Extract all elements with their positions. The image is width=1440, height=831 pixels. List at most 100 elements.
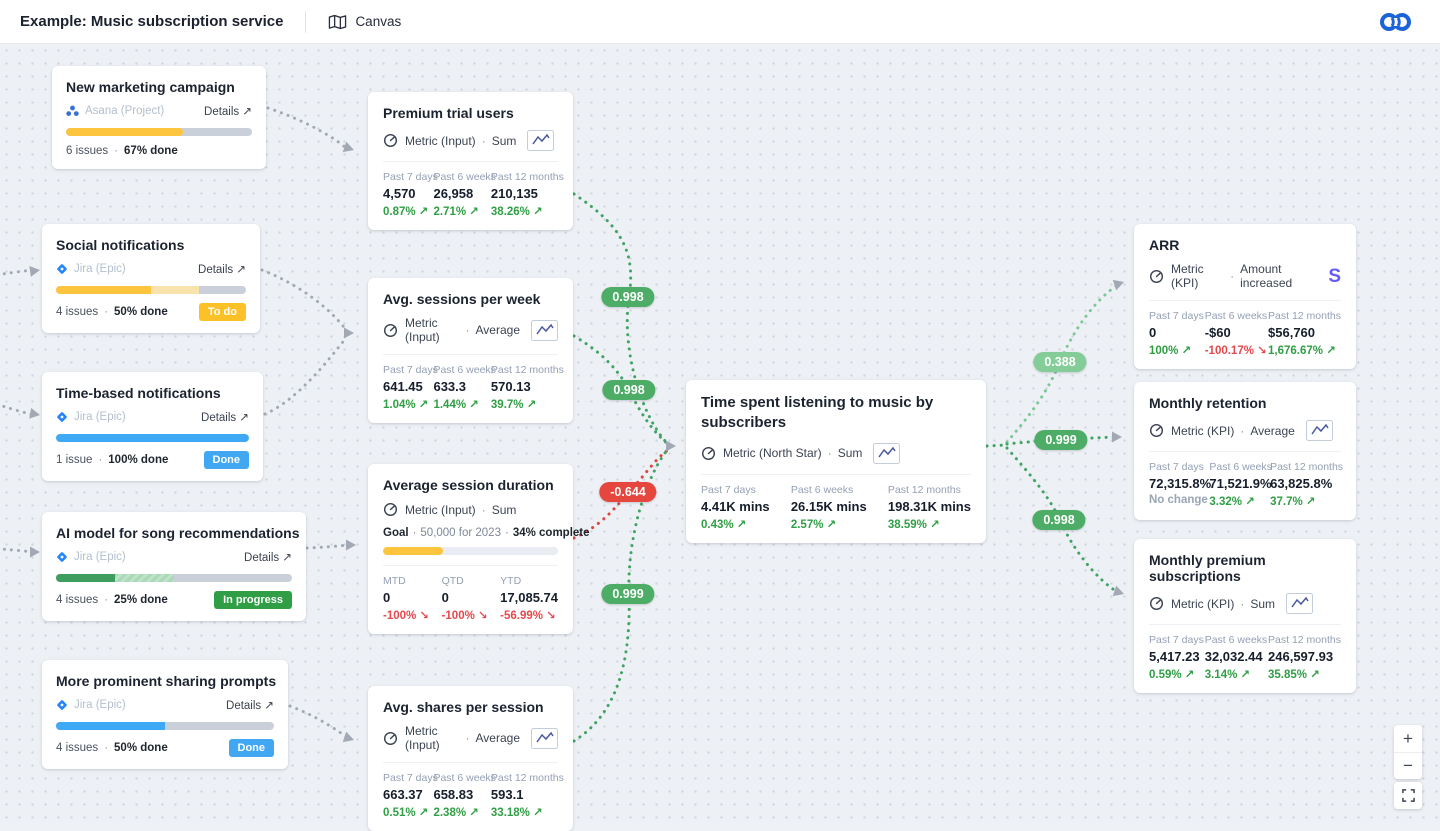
stripe-icon: S	[1328, 267, 1341, 286]
zoom-in-button[interactable]: +	[1394, 725, 1422, 752]
status-badge[interactable]: Done	[204, 451, 250, 469]
separator-dot: ·	[1240, 597, 1244, 611]
line-chart-icon[interactable]	[531, 728, 558, 749]
aggregation: Average	[476, 731, 520, 745]
metric-value: 246,597.93	[1268, 649, 1341, 664]
metric-card-monthly-retention[interactable]: Monthly retention Metric (KPI) · Average…	[1134, 382, 1356, 520]
metric-card-time-spent-listening[interactable]: Time spent listening to music by subscri…	[686, 380, 986, 543]
metric-delta: -100% ↘	[383, 608, 429, 622]
line-chart-icon[interactable]	[873, 443, 900, 464]
metric-value: -$60	[1205, 325, 1267, 340]
metric-delta: 0.59% ↗	[1149, 667, 1204, 681]
period-label: Past 12 months	[1268, 634, 1341, 646]
metric-delta: 0.87% ↗	[383, 204, 433, 218]
period-label: Past 6 weeks	[1209, 461, 1270, 473]
separator-dot: ·	[104, 306, 108, 318]
period-label: Past 7 days	[701, 484, 770, 496]
metric-card-avg-shares-per-session[interactable]: Avg. shares per session Metric (Input) ·…	[368, 686, 573, 831]
metric-delta: 2.71% ↗	[433, 204, 490, 218]
correlation-pill-premium-trial[interactable]: 0.998	[601, 287, 654, 307]
source-label: Jira (Epic)	[74, 551, 126, 563]
doubleloop-logo[interactable]	[1378, 9, 1414, 35]
metric-type: Metric (Input)	[405, 503, 476, 517]
progress-bar	[56, 722, 274, 730]
correlation-pill-retention[interactable]: 0.999	[1034, 430, 1087, 450]
metric-value: 663.37	[383, 787, 433, 802]
period-label: Past 12 months	[1268, 310, 1341, 322]
aggregation: Average	[476, 323, 520, 337]
period-label: Past 12 months	[491, 364, 558, 376]
issues-count: 4 issues	[56, 594, 98, 606]
separator-dot: ·	[466, 731, 470, 745]
correlation-pill-subscriptions[interactable]: 0.998	[1032, 510, 1085, 530]
metric-delta: 1.44% ↗	[433, 397, 490, 411]
canvas[interactable]: New marketing campaign Asana (Project) D…	[0, 44, 1440, 823]
metric-value: 198.31K mins	[888, 499, 971, 514]
metric-delta: 100% ↗	[1149, 343, 1204, 357]
period-label: Past 7 days	[383, 171, 433, 183]
line-chart-icon[interactable]	[1306, 420, 1333, 441]
progress-bar	[66, 128, 252, 136]
details-link[interactable]: Details ↗	[204, 104, 252, 118]
period-label: Past 12 months	[491, 772, 558, 784]
source-label: Jira (Epic)	[74, 699, 126, 711]
metric-delta: No change	[1149, 494, 1209, 506]
metric-type: Metric (Input)	[405, 724, 460, 752]
tab-canvas[interactable]: Canvas	[328, 14, 401, 30]
correlation-pill-arr[interactable]: 0.388	[1033, 352, 1086, 372]
line-chart-icon[interactable]	[527, 130, 554, 151]
metric-value: 570.13	[491, 379, 558, 394]
details-link[interactable]: Details ↗	[201, 410, 249, 424]
edge-social-to-avg-sessions	[262, 270, 346, 330]
status-badge[interactable]: To do	[199, 303, 246, 321]
work-card-ai-model[interactable]: AI model for song recommendations Jira (…	[42, 512, 306, 621]
period-label: Past 12 months	[491, 171, 558, 183]
metric-card-monthly-premium-subscriptions[interactable]: Monthly premium subscriptions Metric (KP…	[1134, 539, 1356, 693]
metric-delta: 37.7% ↗	[1270, 494, 1341, 508]
metric-delta: -100% ↘	[442, 608, 488, 622]
metric-value: 633.3	[433, 379, 490, 394]
work-card-time-based-notifications[interactable]: Time-based notifications Jira (Epic) Det…	[42, 372, 263, 481]
correlation-pill-avg-sessions[interactable]: 0.998	[602, 380, 655, 400]
done-percent: 50% done	[114, 306, 168, 318]
details-link[interactable]: Details ↗	[198, 262, 246, 276]
separator-dot: ·	[114, 145, 118, 157]
fit-view-button[interactable]	[1394, 782, 1422, 809]
correlation-pill-session-duration[interactable]: -0.644	[599, 482, 656, 502]
card-title: Avg. sessions per week	[383, 291, 558, 307]
metric-card-arr[interactable]: ARR Metric (KPI) · Amount increased S Pa…	[1134, 224, 1356, 369]
done-percent: 25% done	[114, 594, 168, 606]
correlation-pill-avg-shares[interactable]: 0.999	[601, 584, 654, 604]
status-badge[interactable]: In progress	[214, 591, 292, 609]
metric-value: 641.45	[383, 379, 433, 394]
details-link[interactable]: Details ↗	[226, 698, 274, 712]
edge-offscreen-to-ai-model	[0, 548, 34, 552]
metric-delta: 2.57% ↗	[791, 517, 867, 531]
zoom-out-button[interactable]: −	[1394, 752, 1422, 779]
work-card-sharing-prompts[interactable]: More prominent sharing prompts Jira (Epi…	[42, 660, 288, 769]
metric-value: 26,958	[433, 186, 490, 201]
status-badge[interactable]: Done	[229, 739, 275, 757]
metric-card-premium-trial-users[interactable]: Premium trial users Metric (Input) · Sum…	[368, 92, 573, 230]
card-title: ARR	[1149, 237, 1341, 253]
card-title: Average session duration	[383, 477, 558, 493]
line-chart-icon[interactable]	[531, 320, 558, 341]
card-title: Avg. shares per session	[383, 699, 558, 715]
header-divider	[305, 11, 306, 33]
period-label: Past 6 weeks	[1205, 310, 1267, 322]
details-link[interactable]: Details ↗	[244, 550, 292, 564]
canvas-controls: + −	[1394, 725, 1422, 809]
metric-card-average-session-duration[interactable]: Average session duration Metric (Input) …	[368, 464, 573, 634]
metric-value: 17,085.74	[500, 590, 558, 605]
metric-type: Metric (KPI)	[1171, 597, 1234, 611]
work-card-social-notifications[interactable]: Social notifications Jira (Epic) Details…	[42, 224, 260, 333]
period-label: Past 7 days	[383, 772, 433, 784]
metric-value: 210,135	[491, 186, 558, 201]
metric-card-avg-sessions-per-week[interactable]: Avg. sessions per week Metric (Input) · …	[368, 278, 573, 423]
goal-progress-bar	[383, 547, 558, 555]
work-card-new-marketing-campaign[interactable]: New marketing campaign Asana (Project) D…	[52, 66, 266, 169]
metric-delta: 35.85% ↗	[1268, 667, 1341, 681]
goal-complete: 34% complete	[513, 527, 590, 539]
line-chart-icon[interactable]	[1286, 593, 1313, 614]
period-label: QTD	[442, 575, 488, 587]
